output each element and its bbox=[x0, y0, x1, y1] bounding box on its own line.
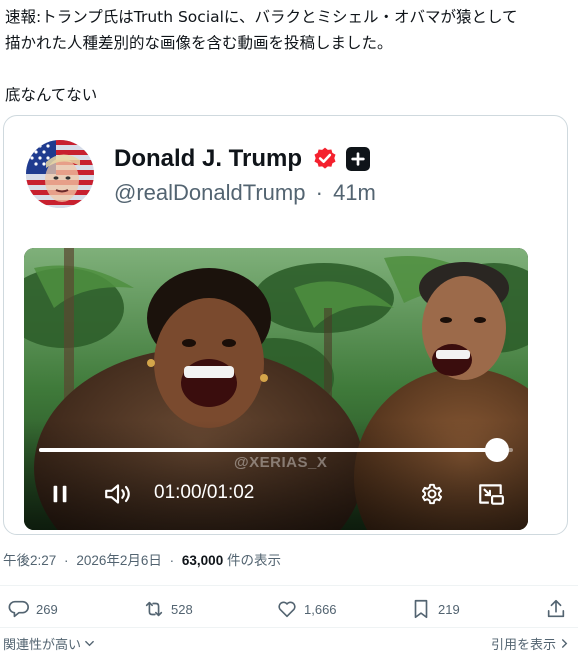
tweet-text-line-2: 描かれた人種差別的な画像を含む動画を投稿しました。 bbox=[5, 34, 393, 52]
chevron-right-icon bbox=[561, 639, 568, 648]
video-time: 01:00/01:02 bbox=[154, 482, 254, 504]
view-quotes-link[interactable]: 引用を表示 bbox=[491, 634, 570, 653]
reply-count: 269 bbox=[36, 601, 58, 617]
repost-count: 528 bbox=[171, 601, 193, 617]
tweet-text: 速報:トランプ氏はTruth Socialに、バラクとミシェル・オバマが猿として… bbox=[5, 4, 573, 108]
like-count: 1,666 bbox=[304, 601, 337, 617]
bookmark-button[interactable]: 219 bbox=[410, 598, 460, 620]
controls-overlay bbox=[24, 420, 528, 530]
avatar[interactable] bbox=[26, 140, 94, 208]
reply-sort-dropdown[interactable]: 関連性が高い bbox=[3, 634, 95, 653]
video-watermark: @XERIAS_X bbox=[234, 454, 328, 471]
divider bbox=[0, 585, 578, 586]
tweet-text-line-1: 速報:トランプ氏はTruth Socialに、バラクとミシェル・オバマが猿として bbox=[5, 8, 518, 26]
plus-badge-icon bbox=[346, 147, 371, 171]
bookmark-count: 219 bbox=[438, 601, 460, 617]
video-progress-fill bbox=[39, 448, 498, 452]
handle[interactable]: @realDonaldTrump bbox=[114, 180, 305, 205]
repost-button[interactable]: 528 bbox=[143, 598, 193, 620]
avatar-image bbox=[26, 140, 94, 208]
author-name-row: Donald J. Trump bbox=[114, 142, 371, 176]
view-count: 63,000 bbox=[181, 553, 224, 568]
bookmark-icon bbox=[414, 599, 428, 619]
post-age[interactable]: 41m bbox=[333, 180, 376, 205]
post-date[interactable]: 2026年2月6日 bbox=[76, 553, 162, 568]
view-quotes-label: 引用を表示 bbox=[490, 637, 556, 652]
chevron-down-icon bbox=[85, 640, 94, 647]
picture-in-picture-button[interactable] bbox=[476, 480, 506, 508]
share-icon bbox=[547, 599, 565, 618]
reply-sort-label: 関連性が高い bbox=[3, 637, 82, 652]
handle-separator: · bbox=[315, 180, 323, 205]
heart-icon bbox=[278, 601, 296, 618]
video-progress-bar[interactable] bbox=[39, 438, 513, 462]
verified-badge-icon bbox=[312, 146, 338, 172]
display-name[interactable]: Donald J. Trump bbox=[114, 145, 302, 173]
video-player[interactable]: @XERIAS_X 01:00/01:02 bbox=[24, 248, 528, 530]
tweet-comment: 底なんてない bbox=[5, 86, 98, 104]
video-time-total: 01:02 bbox=[206, 482, 255, 503]
repost-icon bbox=[145, 601, 163, 617]
settings-gear-icon bbox=[421, 483, 443, 505]
post-meta: 午後2:27 · 2026年2月6日 · 63,000 件の表示 bbox=[3, 549, 281, 569]
quoted-post-card[interactable]: Donald J. Trump @realDonaldTrump · 41m @… bbox=[3, 115, 568, 535]
video-time-current: 01:00 bbox=[154, 482, 202, 503]
meta-separator: · bbox=[64, 553, 69, 568]
post-time[interactable]: 午後2:27 bbox=[3, 553, 56, 568]
like-button[interactable]: 1,666 bbox=[276, 598, 337, 620]
pause-button[interactable] bbox=[46, 480, 74, 508]
tweet-text-blank bbox=[5, 56, 573, 82]
share-button[interactable] bbox=[545, 598, 567, 620]
handle-row: @realDonaldTrump · 41m bbox=[114, 180, 376, 206]
reply-button[interactable]: 269 bbox=[8, 598, 58, 620]
divider bbox=[0, 627, 578, 628]
volume-button[interactable] bbox=[102, 480, 134, 508]
picture-in-picture-icon bbox=[479, 484, 504, 505]
view-count-label: 件の表示 bbox=[223, 553, 281, 568]
reply-icon bbox=[8, 600, 29, 618]
volume-icon bbox=[105, 484, 130, 504]
pause-icon bbox=[53, 485, 67, 503]
settings-button[interactable] bbox=[418, 480, 446, 508]
meta-separator: · bbox=[169, 553, 175, 568]
